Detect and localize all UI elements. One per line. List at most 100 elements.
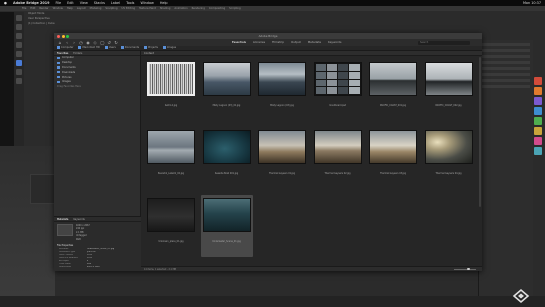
meta-dimensions: 4000 x 2667 — [76, 223, 90, 227]
workspace-keywords[interactable]: Keywords — [328, 40, 341, 44]
path-item-projects[interactable]: Projects — [144, 46, 158, 50]
bg-menu-render[interactable]: Render — [39, 7, 48, 10]
scrollbar[interactable] — [479, 57, 481, 207]
search-input[interactable]: Search — [418, 40, 470, 45]
rotate-tool-icon[interactable] — [16, 42, 22, 48]
rotate-left-icon[interactable]: ↺ — [107, 40, 111, 45]
bg-tab-sculpting[interactable]: Sculpting — [105, 7, 117, 10]
camera-icon[interactable]: ◉ — [86, 40, 90, 45]
properties-tab-icon[interactable] — [534, 107, 542, 115]
menu-file[interactable]: File — [55, 1, 61, 5]
bg-tab-shading[interactable]: Shading — [160, 7, 171, 10]
properties-tab-icon[interactable] — [534, 127, 542, 135]
thumbnail-item[interactable]: bw01-2.jpg — [145, 59, 197, 121]
properties-tab-icon[interactable] — [534, 117, 542, 125]
folder-icon — [57, 75, 60, 79]
home-icon[interactable]: ⌂ — [58, 40, 62, 45]
thumbnail-item[interactable]: Misty Lagoon (03)_01.jpg — [201, 59, 253, 121]
3d-viewport[interactable] — [0, 146, 55, 306]
bg-tab-uv[interactable]: UV Editing — [122, 7, 136, 10]
app-menu[interactable]: Adobe Bridge 2019 — [13, 1, 49, 5]
tab-folders[interactable]: Folders — [73, 52, 82, 55]
properties-tab-icon[interactable] — [534, 77, 542, 85]
thumbnail-image — [258, 62, 306, 96]
menu-window[interactable]: Window — [140, 1, 153, 5]
workspace-essentials[interactable]: Essentials — [232, 40, 246, 44]
path-item-macintosh-hd[interactable]: Macintosh HD — [78, 46, 100, 50]
thumbnail-caption: Thermal Geysers 03.jpg — [379, 172, 407, 175]
recent-icon[interactable]: ◷ — [79, 40, 83, 45]
bg-tab-scripting[interactable]: Scripting — [229, 7, 241, 10]
thumbnail-item[interactable]: Thermal Geysers 02.jpg — [312, 127, 364, 189]
properties-tab-icon[interactable] — [534, 147, 542, 155]
bg-tab-layout[interactable]: Layout — [77, 7, 86, 10]
thumbnail-image — [147, 62, 195, 96]
slider-knob[interactable] — [467, 267, 470, 271]
thumbnail-caption: bw01-2.jpg — [164, 104, 178, 107]
tab-favorites[interactable]: Favorites — [57, 52, 68, 55]
bg-menu-file[interactable]: File — [22, 7, 26, 10]
path-item-users[interactable]: Users — [104, 46, 116, 50]
thumbnail-size-slider[interactable] — [454, 267, 476, 271]
bg-menu-edit[interactable]: Edit — [30, 7, 35, 10]
properties-tab-icon[interactable] — [534, 87, 542, 95]
menu-label[interactable]: Label — [111, 1, 120, 5]
bg-menu-window[interactable]: Window — [53, 7, 63, 10]
bg-menu-help[interactable]: Help — [67, 7, 73, 10]
rotate-right-icon[interactable]: ↻ — [114, 40, 118, 45]
menu-tools[interactable]: Tools — [126, 1, 134, 5]
workspace-metadata[interactable]: Metadata — [308, 40, 321, 44]
viewport-mode[interactable]: Object Mode — [14, 12, 74, 15]
thumbnail-item[interactable]: PACIFIC_COAST_002.jpg — [423, 59, 475, 121]
thumbnail-item[interactable]: Misty Lagoon (03).jpg — [256, 59, 308, 121]
open-in-camera-raw-icon[interactable]: ◯ — [100, 40, 104, 45]
bg-tab-modeling[interactable]: Modeling — [90, 7, 102, 10]
thumbnail-image — [424, 62, 473, 96]
thumbnail-caption: moodboard.psd — [328, 104, 347, 107]
tab-keywords[interactable]: Keywords — [73, 218, 84, 221]
measure-tool-icon[interactable] — [16, 78, 22, 84]
bg-tab-rendering[interactable]: Rendering — [192, 7, 205, 10]
thumbnail-item[interactable]: Thermal Geysers 04.jpg — [423, 127, 475, 189]
properties-tab-icon[interactable] — [534, 97, 542, 105]
thumbnail-item[interactable]: Seaside Boat 001.jpg — [201, 127, 253, 189]
thumbnail-item[interactable]: Peaceful_Lake01_02.jpg — [145, 127, 197, 189]
menu-edit[interactable]: Edit — [67, 1, 74, 5]
thumbnail-image — [369, 62, 417, 96]
annotate-tool-icon[interactable] — [16, 69, 22, 75]
thumbnail-item[interactable]: Thermal Geysers 03.jpg — [367, 127, 419, 189]
path-item-computer[interactable]: Computer — [57, 46, 73, 50]
move-tool-icon[interactable] — [16, 33, 22, 39]
thumbnail-item[interactable]: Underwater_Scene_01.jpg — [200, 195, 253, 257]
bg-tab-animation[interactable]: Animation — [174, 7, 187, 10]
content-title: Content — [141, 51, 482, 56]
bg-tab-compositing[interactable]: Compositing — [209, 7, 225, 10]
workspace-filmstrip[interactable]: Filmstrip — [272, 40, 284, 44]
metadata-preview — [57, 223, 73, 236]
side-dialog — [30, 174, 56, 204]
tab-metadata[interactable]: Metadata — [57, 218, 68, 221]
forward-icon[interactable]: › — [72, 40, 76, 45]
properties-tab-icon[interactable] — [534, 137, 542, 145]
toolbar: ⌂ ‹ › ◷ ◉ ◇ ◯ ↺ ↻ Essentials Libraries F… — [54, 39, 482, 46]
thumbnail-item[interactable]: moodboard.psd — [312, 59, 364, 121]
thumbnail-item[interactable]: Unknown_place_01.jpg — [145, 195, 197, 257]
meta-profile: Untagged — [76, 234, 87, 238]
scale-tool-icon[interactable] — [16, 51, 22, 57]
apple-menu-icon[interactable]: ● — [4, 1, 7, 5]
thumbnail-caption: Thermal Geysers 02.jpg — [324, 172, 351, 175]
refine-icon[interactable]: ◇ — [93, 40, 97, 45]
transform-tool-icon[interactable] — [16, 60, 22, 66]
path-item-documents[interactable]: Documents — [120, 46, 139, 50]
workspace-libraries[interactable]: Libraries — [253, 40, 265, 44]
back-icon[interactable]: ‹ — [65, 40, 69, 45]
menu-stacks[interactable]: Stacks — [94, 1, 105, 5]
workspace-output[interactable]: Output — [291, 40, 301, 44]
thumbnail-item[interactable]: PACIFIC_COAST_001.jpg — [367, 59, 419, 121]
menu-help[interactable]: Help — [160, 1, 168, 5]
path-item-images[interactable]: Images — [162, 46, 176, 50]
timeline[interactable] — [0, 296, 545, 307]
thumbnail-item[interactable]: Thermal Geysers 01.jpg — [256, 127, 308, 189]
bg-tab-texture[interactable]: Texture Paint — [139, 7, 156, 10]
menu-view[interactable]: View — [80, 1, 88, 5]
